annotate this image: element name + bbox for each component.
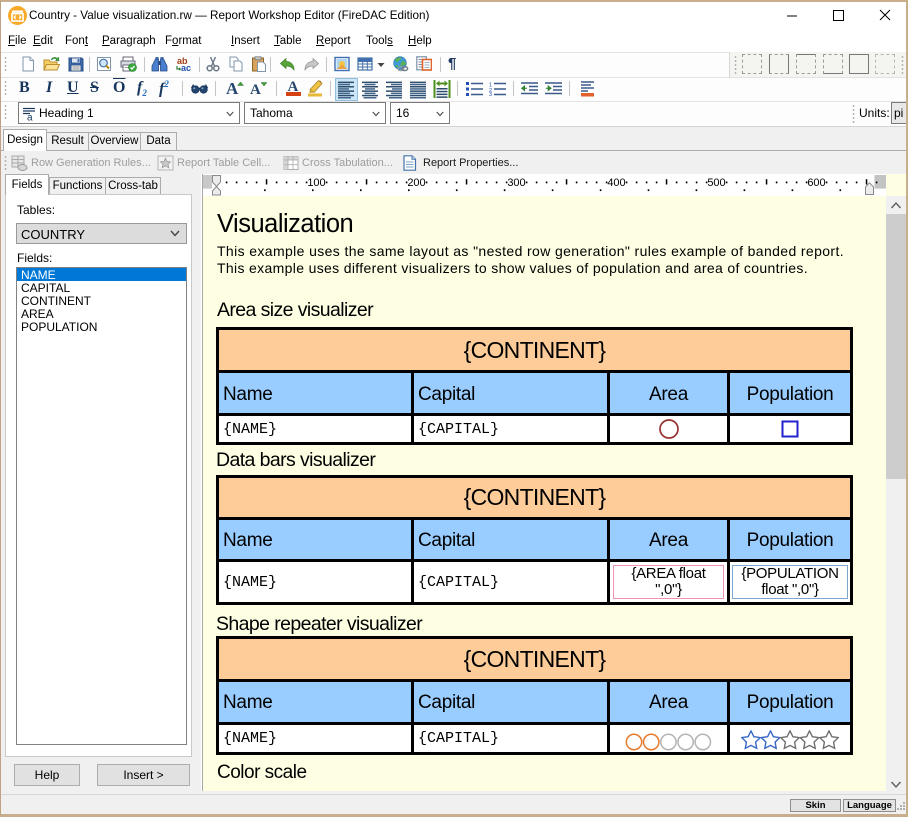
svg-text:200: 200 xyxy=(407,177,425,189)
svg-text:a: a xyxy=(27,113,33,122)
svg-text:A: A xyxy=(226,79,239,97)
svg-text:600: 600 xyxy=(807,177,825,189)
svg-text:3: 3 xyxy=(489,92,492,96)
svg-text:300: 300 xyxy=(507,177,525,189)
svg-text:ac: ac xyxy=(181,63,191,72)
svg-text:400: 400 xyxy=(607,177,625,189)
svg-text:100: 100 xyxy=(307,177,325,189)
svg-text:500: 500 xyxy=(707,177,725,189)
svg-text:A: A xyxy=(250,82,261,97)
